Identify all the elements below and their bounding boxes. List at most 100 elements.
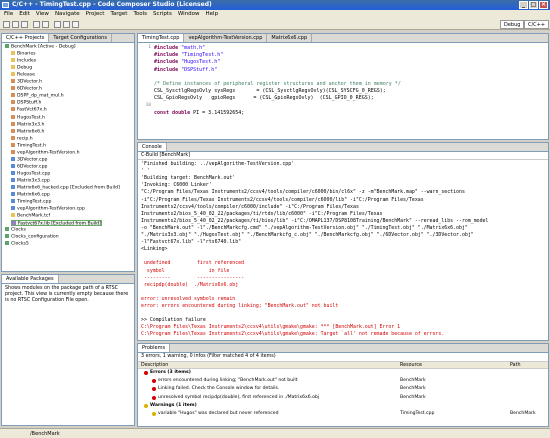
tree-item[interactable]: 3DVector.h	[11, 79, 42, 85]
line-number	[140, 52, 151, 58]
problem-row[interactable]: Linking failed. Check the Console window…	[138, 386, 548, 393]
header-file-icon	[11, 149, 15, 154]
back-icon[interactable]	[63, 21, 70, 28]
menu-scripts[interactable]: Scripts	[153, 10, 172, 19]
minimize-button[interactable]: _	[519, 1, 528, 9]
tree-item[interactable]: recip.h	[11, 135, 33, 142]
menu-file[interactable]: File	[4, 10, 13, 19]
menu-bar: File Edit View Navigate Project Target Tools Sc…	[0, 10, 550, 19]
problem-description: Linking failed. Check the Console window…	[158, 386, 280, 392]
tree-item[interactable]: 6DVector.cpp	[11, 163, 47, 170]
tree-item[interactable]: DSPF_dp_mat_mul.h	[11, 93, 64, 99]
projects-panel: C/C++ Projects Target Configurations Ben…	[1, 33, 135, 272]
header-file-icon	[11, 128, 15, 133]
tree-item[interactable]: HugosTest.h	[11, 114, 45, 121]
print-icon[interactable]	[21, 21, 28, 28]
tree-item-label: 3DVector.cpp	[17, 157, 48, 163]
tree-item[interactable]: TimingTest.h	[11, 142, 46, 149]
tree-item[interactable]: vepAlgorithm-TestVersion.h	[11, 149, 80, 156]
tree-item[interactable]: Clocks	[5, 227, 26, 233]
tree-item[interactable]: Matrix3x3.cpp	[11, 177, 50, 184]
forward-icon[interactable]	[72, 21, 79, 28]
tree-item[interactable]: FastVct67x.h	[11, 107, 47, 113]
header-file-icon	[11, 121, 15, 126]
problem-row[interactable]: errors encountered during linking; "Benc…	[138, 378, 548, 385]
console-line: 'Finished building: ../vepAlgorithm-Test…	[141, 161, 295, 167]
tree-item-label: Matrix6x6_hacked.cpp [Excluded from Buil…	[17, 185, 120, 191]
save-icon[interactable]	[12, 21, 19, 28]
editor-tab[interactable]: TimingTest.cpp	[138, 34, 185, 42]
tree-item[interactable]: Matrix3x3.h	[11, 121, 44, 128]
tree-item[interactable]: 3DVector.cpp	[11, 156, 48, 163]
menu-project[interactable]: Project	[86, 10, 105, 19]
menu-edit[interactable]: Edit	[19, 10, 30, 19]
console-line: -i"C:/Program Files/Texas Instruments2/c…	[141, 196, 424, 203]
tree-item[interactable]: TimingTest.cpp	[11, 199, 51, 205]
tree-item[interactable]: vepAlgorithm-TestVersion.cpp	[11, 206, 85, 212]
problem-row[interactable]: Warnings (1 item)	[138, 403, 548, 410]
header-file-icon	[11, 107, 15, 112]
tab-available-packages[interactable]: Available Packages	[2, 275, 59, 283]
build-icon[interactable]	[33, 21, 40, 28]
console-line: C:\Program Files\Texas Instruments2\ccsv…	[141, 324, 401, 331]
maximize-button[interactable]: □	[529, 1, 538, 9]
tab-target-configurations[interactable]: Target Configurations	[49, 34, 112, 42]
code-line: #include "HugosTest.h"	[154, 59, 220, 65]
perspective-cpp[interactable]: C/C++	[524, 20, 550, 29]
problem-resource: BenchMark	[400, 386, 426, 392]
tree-item[interactable]: Clocks_configuration	[5, 234, 59, 240]
project-icon	[5, 241, 9, 246]
tree-item[interactable]: DSPStuff.h	[11, 100, 41, 106]
menu-help[interactable]: Help	[206, 10, 219, 19]
console-line: "C:/Program Files/Texas Instruments2/ccs…	[141, 189, 465, 196]
menu-view[interactable]: View	[36, 10, 49, 19]
console-line: ' '	[141, 168, 150, 175]
folder-icon	[11, 58, 15, 63]
tree-item[interactable]: BenchMark.tcf	[11, 213, 50, 219]
menu-window[interactable]: Window	[178, 10, 200, 19]
problem-row[interactable]: Errors (3 items)	[138, 370, 548, 377]
keyword: #include	[154, 66, 179, 73]
code-editor[interactable]: 1 #include "math.h" #include "TimingTest.h…	[138, 43, 548, 140]
perspective-debug[interactable]: Debug	[500, 20, 525, 29]
tree-item[interactable]: Matrix6x6.h	[11, 128, 44, 135]
problem-row[interactable]: unresolved symbol recipdp(double), first…	[138, 395, 548, 402]
console-line: Instruments2/bios_5_40_02_22/packages/ti…	[141, 210, 383, 217]
tree-item[interactable]: 6DVector.h	[11, 86, 42, 92]
problem-resource: TimingTest.cpp	[400, 411, 435, 416]
cpp-file-icon	[11, 206, 15, 211]
debug-icon[interactable]	[42, 21, 49, 28]
window-title: C/C++ - TimingTest.cpp - Code Composer S…	[12, 1, 212, 8]
tree-item[interactable]: BenchMark [Active - Debug]	[5, 44, 76, 50]
tree-item-label: FastVct67x.h	[17, 107, 47, 113]
tab-problems[interactable]: Problems	[138, 344, 171, 352]
editor-tab[interactable]: vepAlgorithm-TestVersion.cpp	[184, 34, 268, 42]
menu-tools[interactable]: Tools	[133, 10, 147, 19]
new-icon[interactable]	[3, 21, 10, 28]
tab-console[interactable]: Console	[138, 143, 167, 151]
menu-navigate[interactable]: Navigate	[55, 10, 80, 19]
tree-item[interactable]: Matrix6x6.cpp	[11, 192, 50, 198]
tree-item[interactable]: Debug	[11, 65, 32, 71]
problem-row[interactable]: variable "Hugos" was declared but never …	[138, 411, 548, 418]
tree-item[interactable]: Includes	[11, 58, 36, 64]
menu-target[interactable]: Target	[110, 10, 127, 19]
close-button[interactable]: ×	[539, 1, 548, 9]
code-line: CSL_SysctlgRegsOvly sysRegs = (CSL_Sysct…	[154, 88, 386, 95]
tree-item[interactable]: Binaries	[11, 51, 36, 57]
tree-item[interactable]: Matrix6x6_hacked.cpp [Excluded from Buil…	[11, 185, 120, 191]
cpp-file-icon	[11, 177, 15, 182]
search-icon[interactable]	[54, 21, 61, 28]
string: "math.h"	[178, 45, 206, 51]
tree-item[interactable]: Release	[11, 72, 35, 78]
code-line: #include "TimingTest.h"	[154, 52, 223, 58]
project-icon	[5, 227, 9, 232]
console-line: "./Matrix3x3.obj" "./HugosTest.obj" "./B…	[141, 232, 474, 238]
tree-item[interactable]: Fastvct67x.lib [Excluded from Build]	[11, 220, 102, 227]
folder-icon	[11, 51, 15, 56]
tree-item[interactable]: Clocks5	[5, 241, 29, 247]
editor-tab[interactable]: Matrix6x6.cpp	[267, 34, 313, 42]
line-number: 10	[145, 102, 151, 108]
tree-item[interactable]: HugosTest.cpp	[11, 170, 50, 177]
tab-cpp-projects[interactable]: C/C++ Projects	[2, 34, 50, 42]
